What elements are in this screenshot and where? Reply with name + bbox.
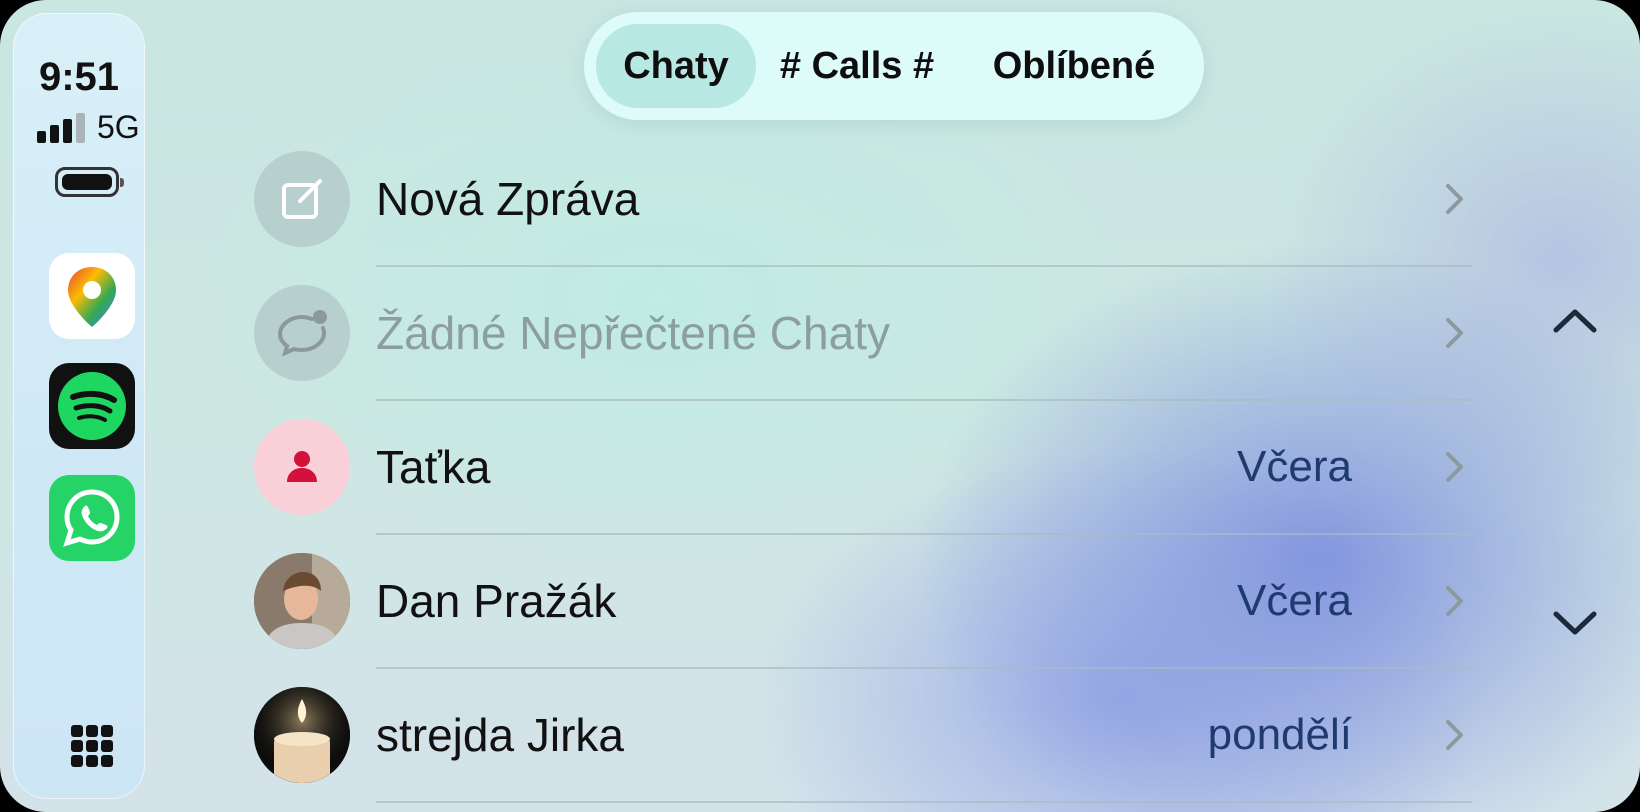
chevron-right-icon [1446, 720, 1463, 750]
list-item-strejda-jirka[interactable]: strejda Jirka pondělí [254, 668, 1484, 803]
row-title: Dan Pražák [376, 575, 617, 627]
contact-avatar-photo [254, 553, 350, 649]
row-title: Nová Zpráva [376, 173, 640, 225]
row-title: Taťka [376, 441, 491, 493]
tab-oblibene[interactable]: Oblíbené [960, 24, 1188, 108]
scroll-up-button[interactable] [1550, 300, 1600, 340]
whatsapp-icon[interactable] [49, 475, 135, 561]
google-maps-icon[interactable] [49, 253, 135, 339]
scroll-down-button[interactable] [1550, 604, 1600, 644]
chevron-right-icon [1446, 318, 1463, 348]
network-type: 5G [97, 109, 140, 145]
dock-sidebar: 9:51 5G [13, 13, 145, 799]
battery-icon [55, 167, 124, 197]
chevron-right-icon [1446, 184, 1463, 214]
list-item-new-message[interactable]: Nová Zpráva [254, 132, 1484, 267]
tab-calls[interactable]: # Calls # [762, 24, 952, 108]
app-grid-icon[interactable] [71, 725, 113, 767]
status-time: 9:51 [38, 55, 120, 99]
carplay-screen: 9:51 5G Chaty # Calls # Oblíbené Nová Zp… [0, 0, 1640, 812]
row-date: Včera [1237, 442, 1352, 491]
list-item-tatka[interactable]: Taťka Včera [254, 400, 1484, 535]
person-icon [254, 419, 350, 515]
list-item-dan-prazak[interactable]: Dan Pražák Včera [254, 534, 1484, 669]
compose-icon [254, 151, 350, 247]
chevron-right-icon [1446, 452, 1463, 482]
divider [376, 801, 1472, 803]
tab-chaty[interactable]: Chaty [596, 24, 756, 108]
candle-avatar-photo [254, 687, 350, 783]
row-date: pondělí [1207, 710, 1352, 759]
list-item-no-unread[interactable]: Žádné Nepřečtené Chaty [254, 266, 1484, 401]
tab-bar: Chaty # Calls # Oblíbené [584, 12, 1204, 120]
cellular-signal-icon [37, 113, 89, 143]
unread-chat-icon [254, 285, 350, 381]
chevron-right-icon [1446, 586, 1463, 616]
spotify-icon[interactable] [49, 363, 135, 449]
row-title: Žádné Nepřečtené Chaty [376, 307, 890, 359]
row-title: strejda Jirka [376, 709, 624, 761]
row-date: Včera [1237, 576, 1352, 625]
